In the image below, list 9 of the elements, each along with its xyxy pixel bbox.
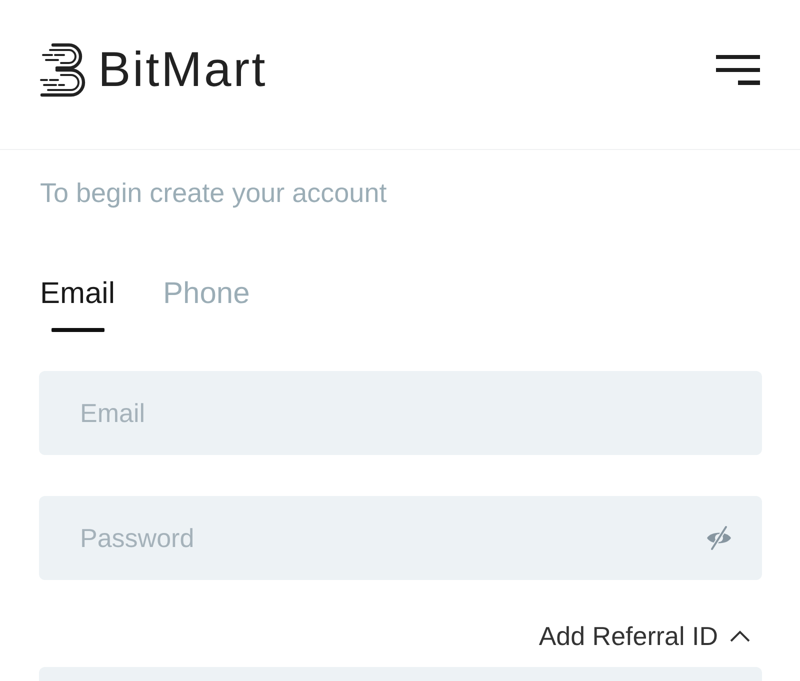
tab[interactable]: Email <box>40 276 116 332</box>
subtitle-text: To begin create your account <box>40 177 388 209</box>
menu-icon[interactable] <box>716 54 760 84</box>
email-field[interactable]: Email <box>39 371 762 455</box>
logo-text: BitMart <box>98 42 268 98</box>
password-field[interactable]: Password <box>39 496 762 580</box>
logo-icon <box>40 42 86 96</box>
eye-slash-icon[interactable] <box>706 525 732 551</box>
add-referral-link[interactable]: Add Referral ID <box>538 620 750 652</box>
